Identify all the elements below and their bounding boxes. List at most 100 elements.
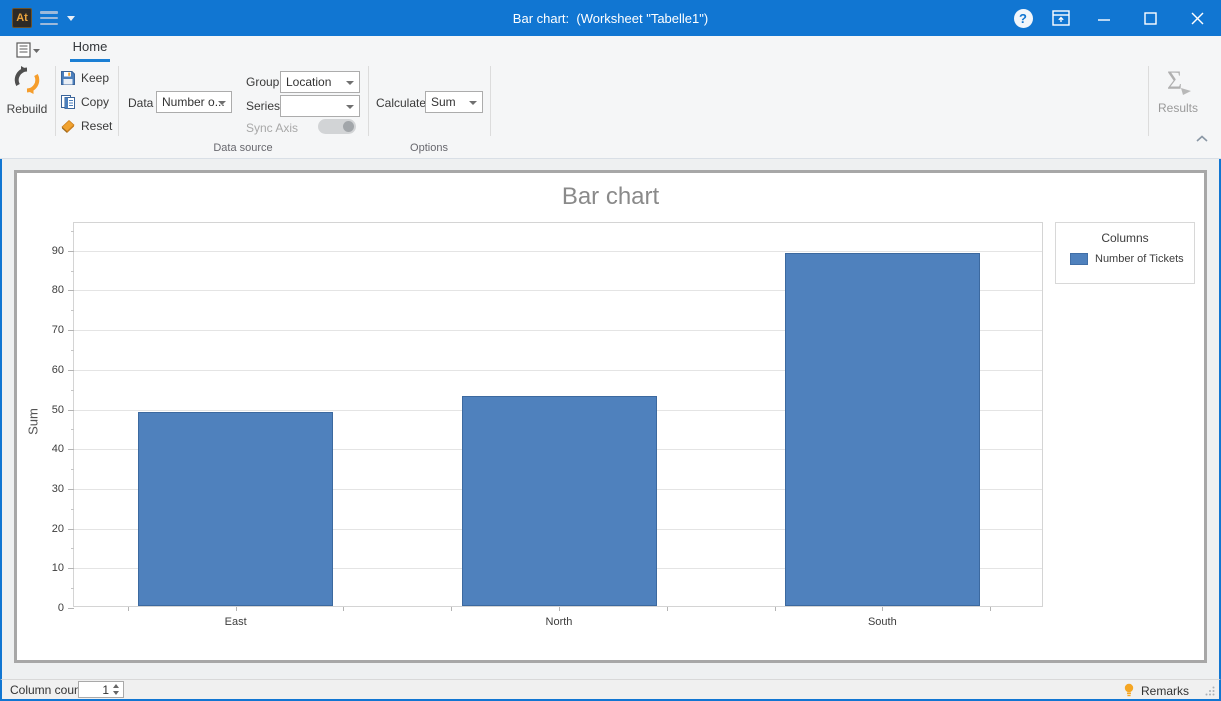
y-axis-minor-tick xyxy=(71,429,74,430)
y-axis-minor-tick xyxy=(71,548,74,549)
x-category-label: East xyxy=(74,616,397,628)
sync-axis-toggle[interactable] xyxy=(318,119,356,134)
y-axis-minor-tick xyxy=(71,350,74,351)
remarks-button[interactable]: Remarks xyxy=(1123,683,1189,698)
bar-north xyxy=(462,396,657,606)
y-axis-minor-tick xyxy=(71,509,74,510)
bar-south xyxy=(785,253,980,606)
help-button[interactable]: ? xyxy=(1004,0,1042,36)
y-axis-tick xyxy=(68,251,74,252)
y-axis-minor-tick xyxy=(71,469,74,470)
y-axis-minor-tick xyxy=(71,310,74,311)
app-window: At Bar chart: (Worksheet "Tabelle1") ? xyxy=(0,0,1221,701)
y-tick-label: 70 xyxy=(34,324,64,336)
remarks-label: Remarks xyxy=(1141,684,1189,698)
calculate-combobox[interactable]: Sum xyxy=(425,91,483,113)
calculate-combobox-value: Sum xyxy=(431,95,456,109)
column-count-value: 1 xyxy=(79,683,109,697)
column-count-label: Column count xyxy=(10,683,84,697)
legend-swatch xyxy=(1070,253,1088,265)
menu-dropdown-caret-icon[interactable] xyxy=(67,16,75,21)
results-label: Results xyxy=(1150,101,1206,115)
y-tick-label: 40 xyxy=(34,443,64,455)
bar-east xyxy=(138,412,333,606)
x-category-label: South xyxy=(721,616,1044,628)
app-logo-icon[interactable]: At xyxy=(12,8,32,28)
y-tick-label: 20 xyxy=(34,523,64,535)
x-axis-tick xyxy=(990,607,991,611)
quick-access-toolbar-button[interactable] xyxy=(16,42,42,63)
y-axis-tick xyxy=(68,290,74,291)
legend-item: Number of Tickets xyxy=(1070,253,1194,265)
chevron-down-icon xyxy=(469,101,477,105)
resize-grip[interactable] xyxy=(1205,686,1215,696)
copy-label: Copy xyxy=(81,95,109,109)
data-combobox-value: Number o... xyxy=(162,95,225,109)
chart-title: Bar chart xyxy=(17,183,1204,211)
column-count-spinner[interactable]: 1 xyxy=(78,681,124,698)
sigma-results-icon: Σ xyxy=(1161,64,1195,98)
reset-label: Reset xyxy=(81,119,112,133)
x-axis-tick xyxy=(559,607,560,611)
save-icon xyxy=(60,70,76,86)
legend-item-label: Number of Tickets xyxy=(1095,253,1184,265)
copy-button[interactable]: Copy xyxy=(60,92,109,112)
reset-button[interactable]: Reset xyxy=(60,116,112,136)
y-tick-label: 10 xyxy=(34,562,64,574)
spin-down-icon[interactable] xyxy=(113,691,119,695)
y-tick-label: 90 xyxy=(34,245,64,257)
ribbon: Home Rebuild xyxy=(0,36,1221,159)
y-axis-tick xyxy=(68,529,74,530)
ribbon-display-options-button[interactable] xyxy=(1042,0,1080,36)
chart-container: Bar chart Sum 0102030405060708090EastNor… xyxy=(14,170,1207,663)
series-field-label: Series xyxy=(246,99,280,113)
y-axis-tick xyxy=(68,489,74,490)
group-caption-data-source: Data source xyxy=(118,142,368,154)
eraser-icon xyxy=(60,118,76,134)
x-axis-tick xyxy=(667,607,668,611)
y-tick-label: 60 xyxy=(34,364,64,376)
title-bar: At Bar chart: (Worksheet "Tabelle1") ? xyxy=(0,0,1221,36)
y-axis-minor-tick xyxy=(71,588,74,589)
y-tick-label: 30 xyxy=(34,483,64,495)
series-combobox[interactable] xyxy=(280,95,360,117)
chevron-down-icon xyxy=(218,101,226,105)
tab-home[interactable]: Home xyxy=(70,39,110,58)
sync-axis-label: Sync Axis xyxy=(246,121,298,135)
results-button[interactable]: Σ Results xyxy=(1150,64,1206,115)
group-field-label: Group xyxy=(246,75,279,89)
y-axis-minor-tick xyxy=(71,231,74,232)
hamburger-menu-icon[interactable] xyxy=(40,11,58,25)
x-axis-tick xyxy=(128,607,129,611)
x-axis-tick xyxy=(451,607,452,611)
collapse-ribbon-chevron-icon[interactable] xyxy=(1196,130,1208,148)
rebuild-button[interactable]: Rebuild xyxy=(2,64,52,138)
y-axis-tick xyxy=(68,568,74,569)
data-field-label: Data xyxy=(128,96,153,110)
legend: Columns Number of Tickets xyxy=(1055,222,1195,284)
x-category-label: North xyxy=(397,616,720,628)
x-axis-tick xyxy=(236,607,237,611)
maximize-icon xyxy=(1144,12,1157,25)
data-combobox[interactable]: Number o... xyxy=(156,91,232,113)
dropdown-caret-icon xyxy=(33,49,40,53)
group-combobox[interactable]: Location xyxy=(280,71,360,93)
maximize-button[interactable] xyxy=(1127,0,1174,36)
rebuild-icon xyxy=(11,64,43,96)
y-axis-minor-tick xyxy=(71,390,74,391)
gridline xyxy=(74,251,1042,252)
group-caption-options: Options xyxy=(368,142,490,154)
group-combobox-value: Location xyxy=(286,75,331,89)
chevron-down-icon xyxy=(346,105,354,109)
x-axis-tick xyxy=(882,607,883,611)
help-icon: ? xyxy=(1014,9,1033,28)
keep-button[interactable]: Keep xyxy=(60,68,109,88)
y-axis-tick xyxy=(68,330,74,331)
y-tick-label: 80 xyxy=(34,284,64,296)
legend-title: Columns xyxy=(1056,231,1194,245)
plot-area: 0102030405060708090EastNorthSouth xyxy=(73,222,1043,607)
minimize-button[interactable] xyxy=(1080,0,1127,36)
toggle-knob xyxy=(343,121,354,132)
close-button[interactable] xyxy=(1174,0,1221,36)
spin-up-icon[interactable] xyxy=(113,684,119,688)
